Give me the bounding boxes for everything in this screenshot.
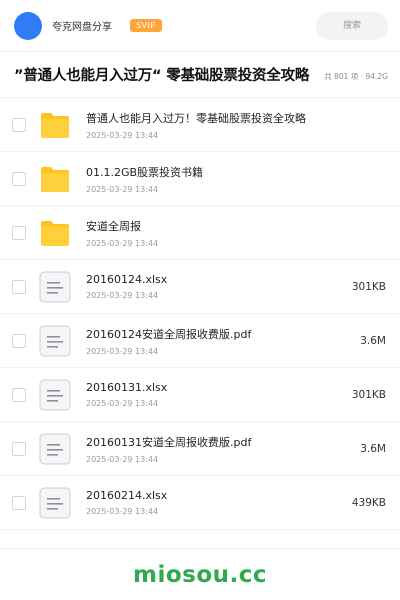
list-item[interactable]: 20160131.xlsx 2025-03-29 13:44 301KB [0,368,400,422]
file-list: 普通人也能月入过万！零基础股票投资全攻略 2025-03-29 13:44 01… [0,98,400,530]
folder-icon [38,108,72,142]
list-item[interactable]: 安道全周报 2025-03-29 13:44 [0,206,400,260]
footer: miosou.cc [0,548,400,600]
list-item[interactable]: 20160124安道全周报收费版.pdf 2025-03-29 13:44 3.… [0,314,400,368]
file-name: 20160124安道全周报收费版.pdf [86,327,252,341]
file-name: 01.1.2GB股票投资书籍 [86,165,204,179]
list-item[interactable]: 20160214.xlsx 2025-03-29 13:44 439KB [0,476,400,530]
file-name: 普通人也能月入过万！零基础股票投资全攻略 [86,111,306,125]
file-date: 2025-03-29 13:44 [86,507,159,516]
file-name: 20160214.xlsx [86,489,168,502]
folder-icon [38,216,72,250]
checkbox-icon[interactable] [12,279,26,294]
file-name: 20160124.xlsx [86,273,168,286]
checkbox-icon[interactable] [12,225,26,240]
file-name: 20160131安道全周报收费版.pdf [86,435,252,449]
share-meta: 共 801 项 · 94.2G [322,71,388,82]
file-name: 安道全周报 [86,219,141,233]
file-date: 2025-03-29 13:44 [86,184,159,194]
list-item[interactable]: 01.1.2GB股票投资书籍 2025-03-29 13:44 [0,152,400,206]
checkbox-icon[interactable] [12,171,26,186]
search-input[interactable] [316,11,388,40]
checkbox-icon[interactable] [12,441,26,456]
checkbox-icon[interactable] [12,387,26,402]
share-page: 夸克网盘分享 SVIP ”普通人也能月入过万“ 零基础股票投资全攻略 共 801… [0,0,400,600]
file-date: 2025-03-29 13:44 [86,130,159,140]
file-size: 3.6M [360,442,386,455]
share-title-row: ”普通人也能月入过万“ 零基础股票投资全攻略 共 801 项 · 94.2G [0,52,400,98]
file-size: 3.6M [360,334,386,347]
file-date: 2025-03-29 13:44 [86,238,159,248]
file-date: 2025-03-29 13:44 [86,291,159,300]
file-date: 2025-03-29 13:44 [86,346,159,356]
document-icon [38,270,72,304]
file-name: 20160131.xlsx [86,381,168,394]
checkbox-icon[interactable] [12,117,26,132]
avatar[interactable] [14,11,42,40]
document-icon [38,378,72,412]
file-date: 2025-03-29 13:44 [86,399,159,408]
app-name: 夸克网盘分享 [52,22,112,33]
list-item[interactable]: 20160124.xlsx 2025-03-29 13:44 301KB [0,260,400,314]
checkbox-icon[interactable] [12,333,26,348]
document-icon [38,486,72,520]
site-watermark: miosou.cc [132,561,268,588]
folder-icon [38,162,72,196]
share-title: ”普通人也能月入过万“ 零基础股票投资全攻略 [14,68,310,84]
list-item[interactable]: 20160131安道全周报收费版.pdf 2025-03-29 13:44 3.… [0,422,400,476]
svip-badge: SVIP [130,19,162,32]
file-date: 2025-03-29 13:44 [86,454,159,464]
document-icon [38,432,72,466]
file-size: 301KB [351,388,386,401]
checkbox-icon[interactable] [12,495,26,510]
header: 夸克网盘分享 SVIP [0,0,400,52]
list-item[interactable]: 普通人也能月入过万！零基础股票投资全攻略 2025-03-29 13:44 [0,98,400,152]
document-icon [38,324,72,358]
file-size: 301KB [351,280,386,293]
file-size: 439KB [351,496,386,509]
